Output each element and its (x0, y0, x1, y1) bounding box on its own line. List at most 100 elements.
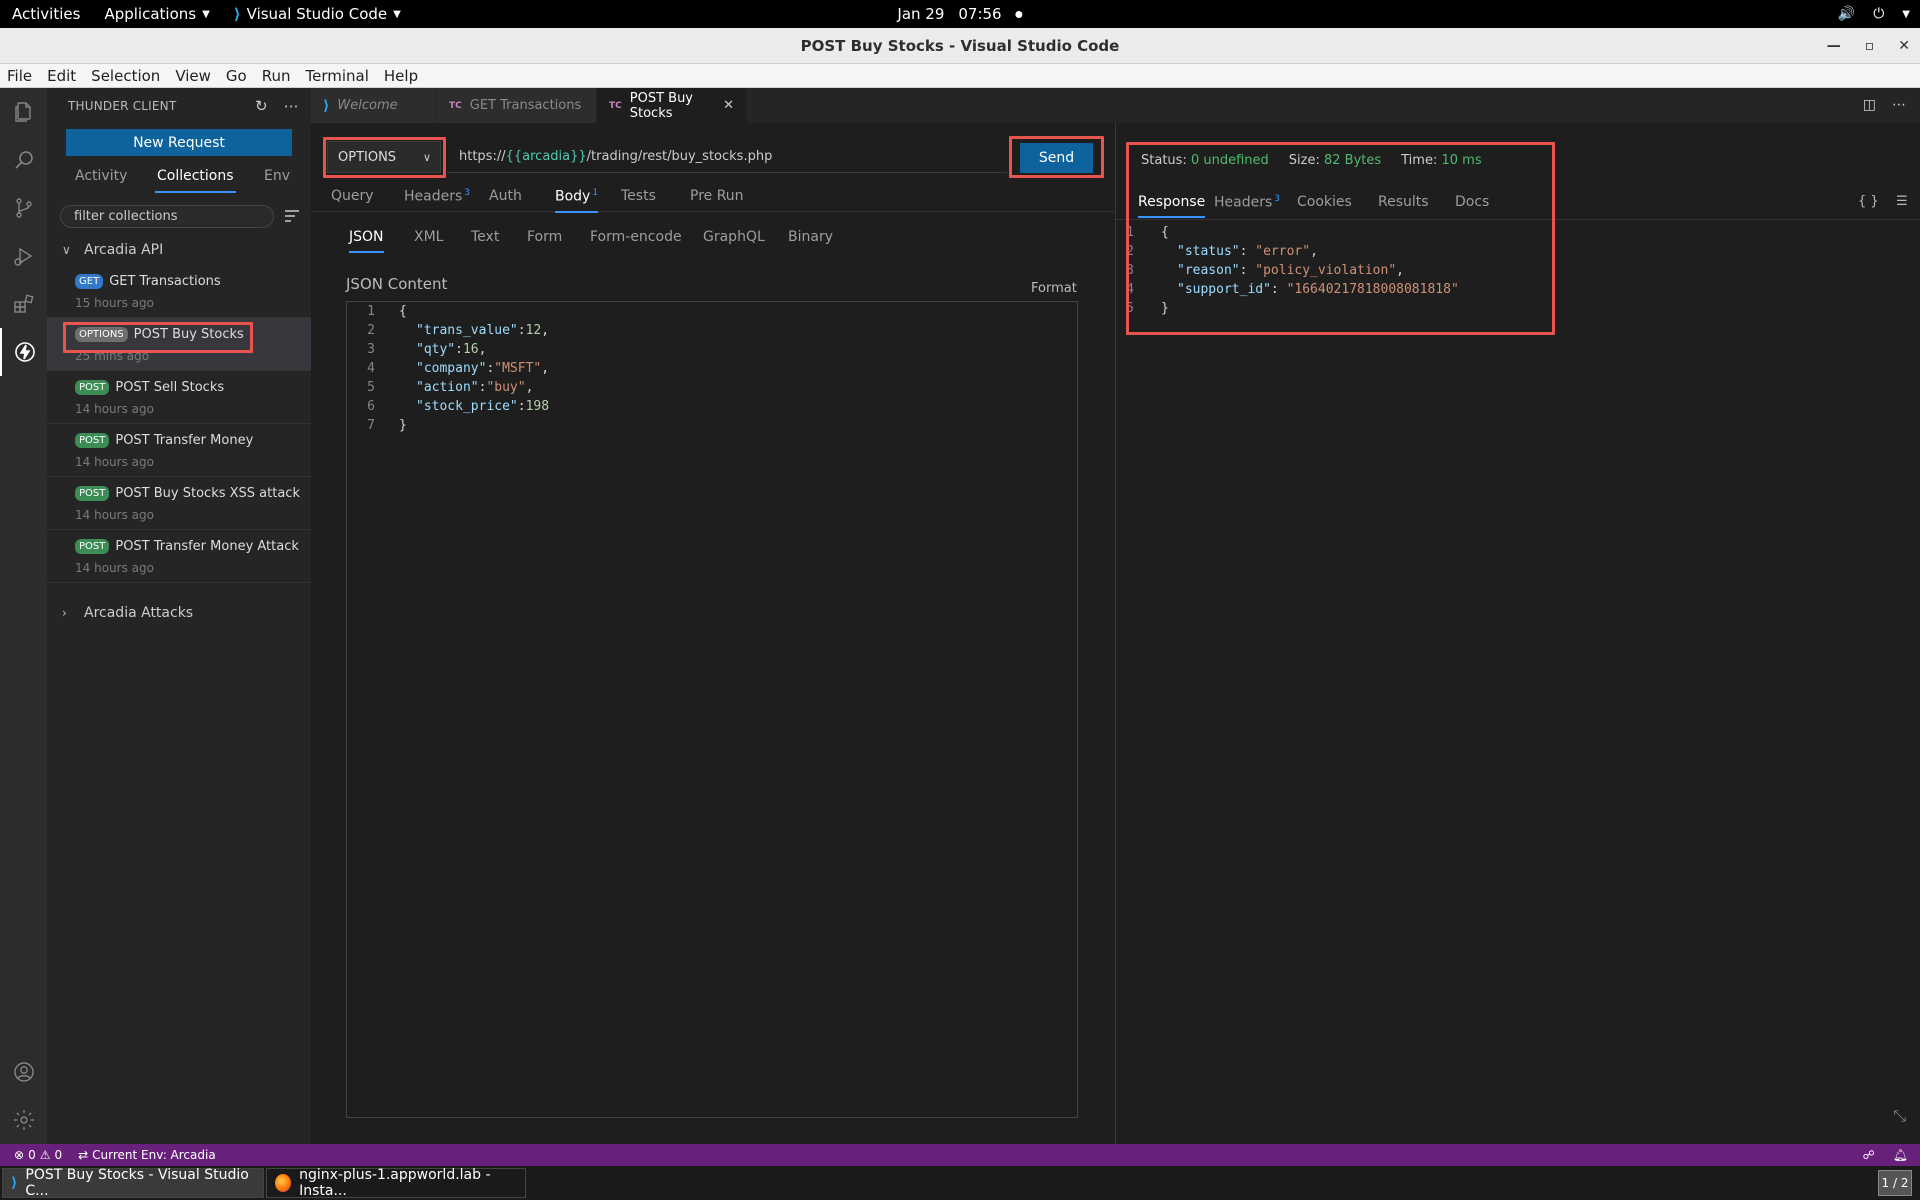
menu-run[interactable]: Run (255, 67, 299, 85)
body-type-json[interactable]: JSON (349, 229, 384, 253)
taskbar-firefox[interactable]: nginx-plus-1.appworld.lab - Insta... (266, 1167, 526, 1199)
bell-icon[interactable]: 🔔︎ (1893, 1148, 1908, 1162)
menu-icon[interactable]: ☰ (1896, 194, 1908, 209)
gear-icon[interactable] (0, 1096, 47, 1144)
menu-view[interactable]: View (168, 67, 219, 85)
menu-file[interactable]: File (0, 67, 40, 85)
tab-env[interactable]: Env (264, 168, 290, 184)
split-editor-icon[interactable]: ◫ (1863, 97, 1876, 113)
line-number: 6 (367, 399, 375, 414)
menu-terminal[interactable]: Terminal (299, 67, 377, 85)
refresh-icon[interactable]: ↻ (255, 97, 268, 115)
json-key: "stock_price" (416, 399, 518, 414)
search-icon[interactable] (0, 136, 47, 184)
new-request-button[interactable]: New Request (66, 129, 292, 156)
url-input[interactable]: https://{{arcadia}}/trading/rest/buy_sto… (447, 141, 1007, 173)
tab-query[interactable]: Query (331, 188, 374, 204)
list-item[interactable]: OPTIONS POST Buy Stocks 25 mins ago (47, 318, 311, 371)
format-button[interactable]: Format (1031, 281, 1077, 296)
body-type-form-encode[interactable]: Form-encode (590, 229, 682, 245)
tab-results[interactable]: Results (1378, 194, 1429, 210)
body-type-text[interactable]: Text (471, 229, 499, 245)
system-tray[interactable]: 🔊 ⏻ ▼ (1838, 6, 1910, 22)
current-env[interactable]: ⇄ Current Env: Arcadia (70, 1148, 224, 1162)
status-value: 0 undefined (1190, 153, 1269, 168)
more-actions-icon[interactable]: ⋯ (1892, 97, 1906, 113)
body-type-xml[interactable]: XML (414, 229, 443, 245)
menu-help[interactable]: Help (377, 67, 426, 85)
collection-arcadia-api[interactable]: ∨ Arcadia API (47, 235, 311, 265)
caret-down-icon: ▼ (202, 8, 210, 20)
tab-collections[interactable]: Collections (155, 168, 236, 193)
tab-pre-run[interactable]: Pre Run (690, 188, 744, 204)
tab-label: Welcome (337, 98, 398, 113)
url-prefix: https:// (459, 149, 506, 164)
taskbar-vscode[interactable]: ⟩ POST Buy Stocks - Visual Studio C... (2, 1167, 264, 1199)
swap-icon: ⇄ (78, 1148, 89, 1162)
request-time: 14 hours ago (75, 455, 154, 469)
power-icon: ⏻ (1873, 6, 1885, 22)
tab-response[interactable]: Response (1138, 194, 1206, 218)
firefox-icon (275, 1174, 292, 1192)
tab-headers[interactable]: Headers 3 (404, 188, 470, 205)
window-title: POST Buy Stocks - Visual Studio Code (800, 36, 1120, 55)
tab-tests[interactable]: Tests (621, 188, 656, 204)
body-type-binary[interactable]: Binary (788, 229, 833, 245)
collection-arcadia-attacks[interactable]: › Arcadia Attacks (47, 598, 311, 628)
json-key: "action" (416, 380, 479, 395)
filter-collections-input[interactable]: filter collections (60, 205, 274, 228)
tab-post-buy-stocks[interactable]: TC POST Buy Stocks ✕ (597, 88, 747, 123)
problems-indicator[interactable]: ⊗ 0 ⚠ 0 (0, 1148, 70, 1162)
tab-activity[interactable]: Activity (75, 168, 127, 184)
tab-auth[interactable]: Auth (489, 188, 522, 204)
code-text: { (1161, 225, 1169, 240)
more-actions-icon[interactable]: ⋯ (284, 97, 299, 115)
tab-get-transactions[interactable]: TC GET Transactions (437, 88, 597, 123)
method-select[interactable]: OPTIONS ∨ (327, 141, 441, 173)
list-item[interactable]: POST POST Buy Stocks XSS attack 14 hours … (47, 477, 311, 530)
app-menu[interactable]: ⟩ Visual Studio Code ▼ (222, 5, 413, 23)
request-time: 14 hours ago (75, 508, 154, 522)
tab-response-headers[interactable]: Headers 3 (1214, 194, 1280, 211)
sort-icon[interactable] (283, 207, 301, 225)
json-body-editor[interactable]: 1{ 2 "trans_value":12, 3 "qty":16, 4 "compa… (346, 301, 1078, 1118)
tab-body[interactable]: Body 1 (555, 188, 599, 213)
minimize-icon[interactable]: — (1827, 38, 1841, 54)
maximize-icon[interactable]: ▫ (1865, 38, 1875, 54)
source-control-icon[interactable] (0, 184, 47, 232)
tab-cookies[interactable]: Cookies (1297, 194, 1352, 210)
send-button[interactable]: Send (1020, 143, 1093, 173)
resize-icon[interactable]: ⤡ (1893, 1106, 1906, 1126)
extensions-icon[interactable] (0, 280, 47, 328)
run-debug-icon[interactable] (0, 232, 47, 280)
menu-selection[interactable]: Selection (84, 67, 168, 85)
json-key: "company" (416, 361, 487, 376)
workspace-pager[interactable]: 1 / 2 (1878, 1170, 1912, 1196)
line-number: 2 (367, 323, 375, 338)
braces-icon[interactable]: { } (1858, 194, 1879, 209)
request-name: GET Transactions (109, 274, 221, 289)
close-icon[interactable]: ✕ (1898, 38, 1910, 54)
list-item[interactable]: GET GET Transactions 15 hours ago (47, 265, 311, 318)
list-item[interactable]: POST POST Sell Stocks 14 hours ago (47, 371, 311, 424)
tab-welcome[interactable]: ⟩ Welcome (311, 88, 437, 123)
menu-go[interactable]: Go (219, 67, 255, 85)
request-tabs: Query Headers 3 Auth Body 1 Tests Pre Run (311, 182, 1115, 213)
json-key: "status" (1177, 244, 1240, 259)
clock[interactable]: Jan 29 07:56 (897, 5, 1023, 23)
body-type-graphql[interactable]: GraphQL (703, 229, 765, 245)
list-item[interactable]: POST POST Transfer Money Attack 14 hours … (47, 530, 311, 583)
caret-down-icon: ▼ (393, 8, 401, 20)
feedback-icon[interactable]: ☍ (1863, 1148, 1875, 1162)
account-icon[interactable] (0, 1048, 47, 1096)
activities-button[interactable]: Activities (0, 5, 92, 23)
thunder-client-icon[interactable] (0, 328, 47, 376)
time-value: 10 ms (1441, 153, 1482, 168)
menu-edit[interactable]: Edit (40, 67, 84, 85)
body-type-form[interactable]: Form (527, 229, 562, 245)
explorer-icon[interactable] (0, 88, 47, 136)
list-item[interactable]: POST POST Transfer Money 14 hours ago (47, 424, 311, 477)
close-icon[interactable]: ✕ (723, 98, 734, 113)
tab-docs[interactable]: Docs (1455, 194, 1489, 210)
applications-menu[interactable]: Applications ▼ (92, 5, 221, 23)
